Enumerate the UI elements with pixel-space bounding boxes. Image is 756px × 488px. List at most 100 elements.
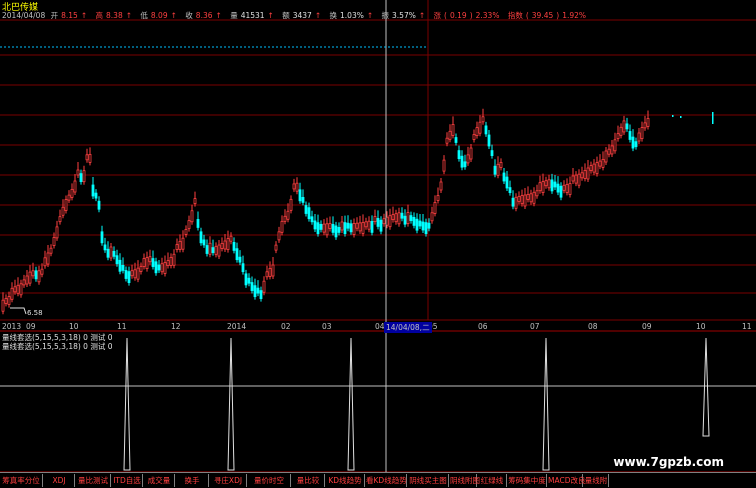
candle-body (367, 220, 371, 230)
candle-body (370, 220, 374, 233)
candle-body (445, 137, 449, 144)
candle-body (310, 216, 314, 223)
candle-body (313, 220, 317, 230)
candle-body (628, 131, 632, 140)
chart-gridlines (0, 0, 756, 472)
candle-body (136, 267, 140, 280)
candle-body (295, 182, 299, 192)
indicator-tab[interactable]: 量线附 (584, 474, 609, 487)
indicator-tab[interactable]: 量比较 (292, 474, 325, 487)
candle-body (262, 280, 266, 293)
candle-body (190, 210, 194, 223)
candle-body (637, 132, 641, 142)
indicator-tab[interactable]: 换手 (176, 474, 209, 487)
indicator-spike (542, 337, 550, 471)
candle-body (442, 159, 446, 172)
candle-body (286, 210, 290, 220)
time-axis-label: 10 (69, 322, 79, 331)
candle-body (130, 270, 134, 277)
candle-body (7, 296, 11, 306)
candle-body (433, 201, 437, 214)
candle-body (142, 258, 146, 267)
candlestick-series (1, 108, 714, 315)
low-price-marker: 6.58 (27, 309, 43, 317)
candle-body (493, 165, 497, 175)
candle-body (562, 184, 566, 191)
candle-body (61, 206, 65, 216)
candle-body (220, 242, 224, 249)
indicator-tab[interactable]: 筹真率分位 (0, 474, 43, 487)
candle-body (379, 219, 383, 232)
indicator-tab[interactable]: XDJ (44, 474, 75, 487)
candle-body (274, 244, 278, 251)
candle-body (67, 194, 71, 201)
candle-body (388, 215, 392, 228)
candle-body (166, 260, 170, 266)
candle-body (577, 173, 581, 186)
candle-body (205, 245, 209, 254)
candle-body (559, 185, 563, 198)
indicator-spikes (123, 337, 710, 471)
candle-body (280, 220, 284, 233)
indicator-tab[interactable]: 筹码集中度 (508, 474, 547, 487)
indicator-tab[interactable]: 阴线买主图 (408, 474, 449, 487)
candle-body (436, 195, 440, 201)
candle-body (580, 172, 584, 179)
indicator-tab[interactable]: MACD改良 (548, 474, 585, 487)
cursor-date-tip: 14/04/08,二 (384, 322, 432, 333)
candle-body (229, 235, 233, 242)
indicator-tab[interactable]: ITD自选 (112, 474, 143, 487)
candle-body (343, 222, 347, 235)
candle-body (16, 284, 20, 294)
candle-body (256, 287, 260, 294)
candle-body (672, 115, 674, 117)
indicator-tab[interactable]: 阴线附图 (450, 474, 480, 487)
indicator-tab[interactable]: 量比测试 (76, 474, 111, 487)
candle-body (397, 212, 401, 225)
candle-body (70, 188, 74, 198)
indicator-tab[interactable]: 看KD线趋势 (366, 474, 407, 487)
kline-chart-area[interactable] (0, 0, 756, 472)
time-axis-label: 07 (530, 322, 540, 331)
candle-body (475, 127, 479, 136)
candle-body (121, 264, 125, 271)
candle-body (298, 189, 302, 202)
candle-body (598, 160, 602, 167)
indicator-tab[interactable]: KD线趋势 (326, 474, 365, 487)
candle-body (118, 259, 122, 272)
candle-body (43, 257, 47, 267)
candle-body (178, 240, 182, 250)
candle-body (244, 273, 248, 286)
indicator-tab[interactable]: 成交量 (144, 474, 175, 487)
candle-body (340, 221, 344, 231)
candle-body (625, 123, 629, 130)
time-axis-label: 03 (322, 322, 332, 331)
candle-body (526, 193, 530, 200)
candle-body (22, 279, 26, 286)
indicator-tab[interactable]: 红绿线 (478, 474, 507, 487)
candle-body (202, 239, 206, 246)
candle-body (127, 271, 131, 284)
candle-body (4, 297, 8, 304)
candle-body (553, 181, 557, 188)
candle-body (589, 165, 593, 172)
candle-body (574, 174, 578, 184)
candle-body (163, 262, 167, 274)
candle-body (58, 216, 62, 223)
candle-body (322, 223, 326, 233)
candle-body (466, 154, 470, 164)
candle-body (364, 221, 368, 228)
candle-body (680, 116, 682, 118)
indicator-tab[interactable]: 量价时空 (248, 474, 291, 487)
time-axis-label: 12 (171, 322, 181, 331)
candle-body (232, 242, 236, 251)
candle-body (712, 112, 714, 124)
candle-body (103, 244, 107, 251)
candle-body (115, 255, 119, 265)
candle-body (79, 173, 83, 183)
candle-body (181, 237, 185, 250)
candle-body (1, 299, 5, 312)
candle-body (535, 190, 539, 197)
candle-body (10, 287, 14, 300)
indicator-tab[interactable]: 寻庄XDJ (210, 474, 247, 487)
